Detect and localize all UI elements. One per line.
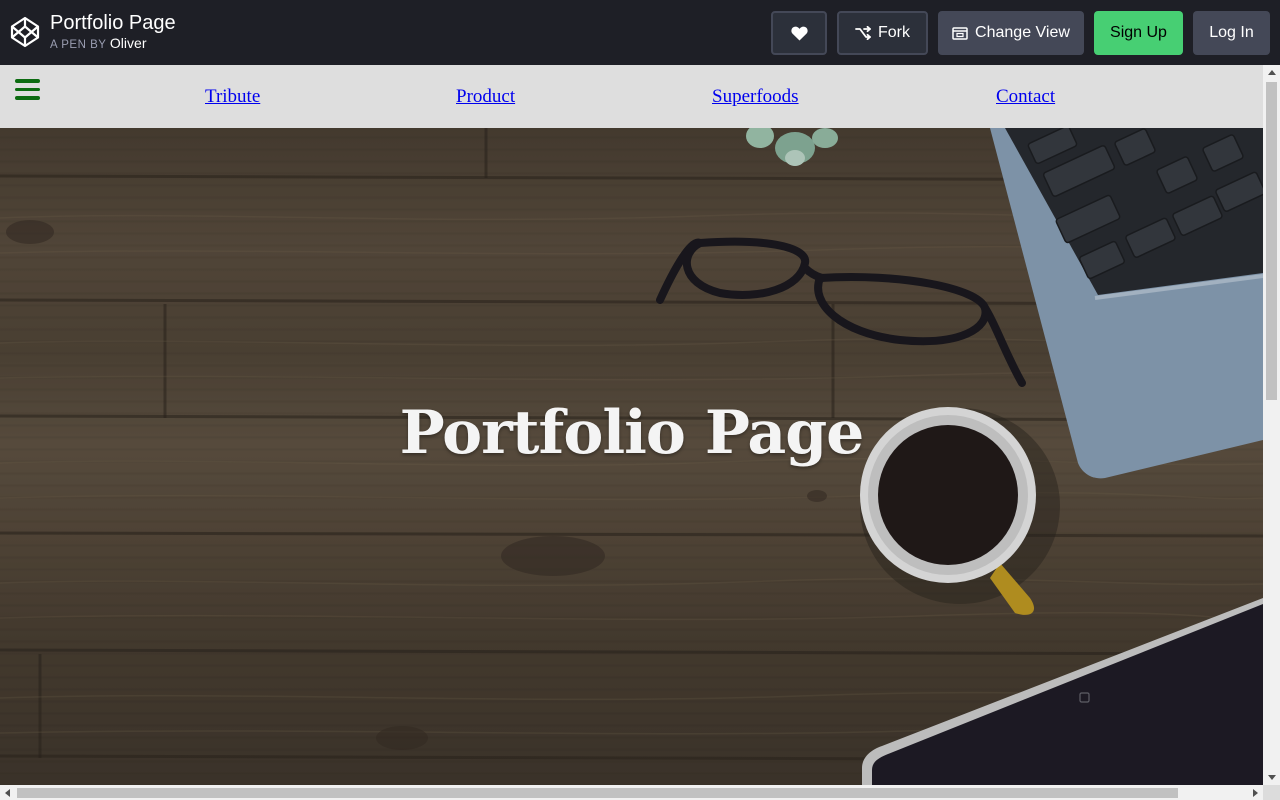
pen-preview: Tribute Product Superfoods Contact Portf… [0, 65, 1280, 800]
codepen-header: Portfolio Page A PEN BY Oliver Fork Chan… [0, 0, 1280, 65]
nav-link-product[interactable]: Product [456, 85, 515, 109]
site-navbar: Tribute Product Superfoods Contact [0, 65, 1263, 128]
pen-byline: A PEN BY Oliver [50, 36, 146, 52]
author-link[interactable]: Oliver [110, 35, 147, 51]
sign-up-button[interactable]: Sign Up [1094, 11, 1183, 55]
codepen-logo-icon[interactable] [10, 16, 40, 48]
window-icon [952, 26, 968, 40]
heart-icon [790, 26, 808, 40]
log-in-button[interactable]: Log In [1193, 11, 1270, 55]
change-view-button[interactable]: Change View [938, 11, 1084, 55]
scrollbar-corner [1263, 785, 1280, 800]
hero-section: Portfolio Page [0, 128, 1263, 785]
nav-link-tribute[interactable]: Tribute [205, 85, 260, 109]
byline-prefix: A PEN BY [50, 39, 107, 51]
scroll-right-arrow-icon[interactable] [1253, 789, 1258, 797]
vertical-scroll-thumb[interactable] [1266, 82, 1277, 400]
fork-icon [855, 26, 871, 40]
pen-title[interactable]: Portfolio Page [50, 11, 176, 35]
vertical-scrollbar[interactable] [1263, 65, 1280, 785]
hero-title: Portfolio Page [399, 398, 865, 468]
change-view-label: Change View [975, 24, 1070, 41]
nav-link-contact[interactable]: Contact [996, 85, 1055, 109]
nav-link-superfoods[interactable]: Superfoods [712, 85, 799, 109]
horizontal-scrollbar[interactable] [0, 785, 1263, 800]
scroll-left-arrow-icon[interactable] [5, 789, 10, 797]
horizontal-scroll-thumb[interactable] [17, 788, 1178, 798]
hamburger-icon[interactable] [15, 79, 40, 101]
scroll-up-arrow-icon[interactable] [1268, 70, 1276, 75]
love-button[interactable] [771, 11, 827, 55]
fork-button[interactable]: Fork [837, 11, 928, 55]
scroll-down-arrow-icon[interactable] [1268, 775, 1276, 780]
fork-label: Fork [878, 24, 910, 41]
